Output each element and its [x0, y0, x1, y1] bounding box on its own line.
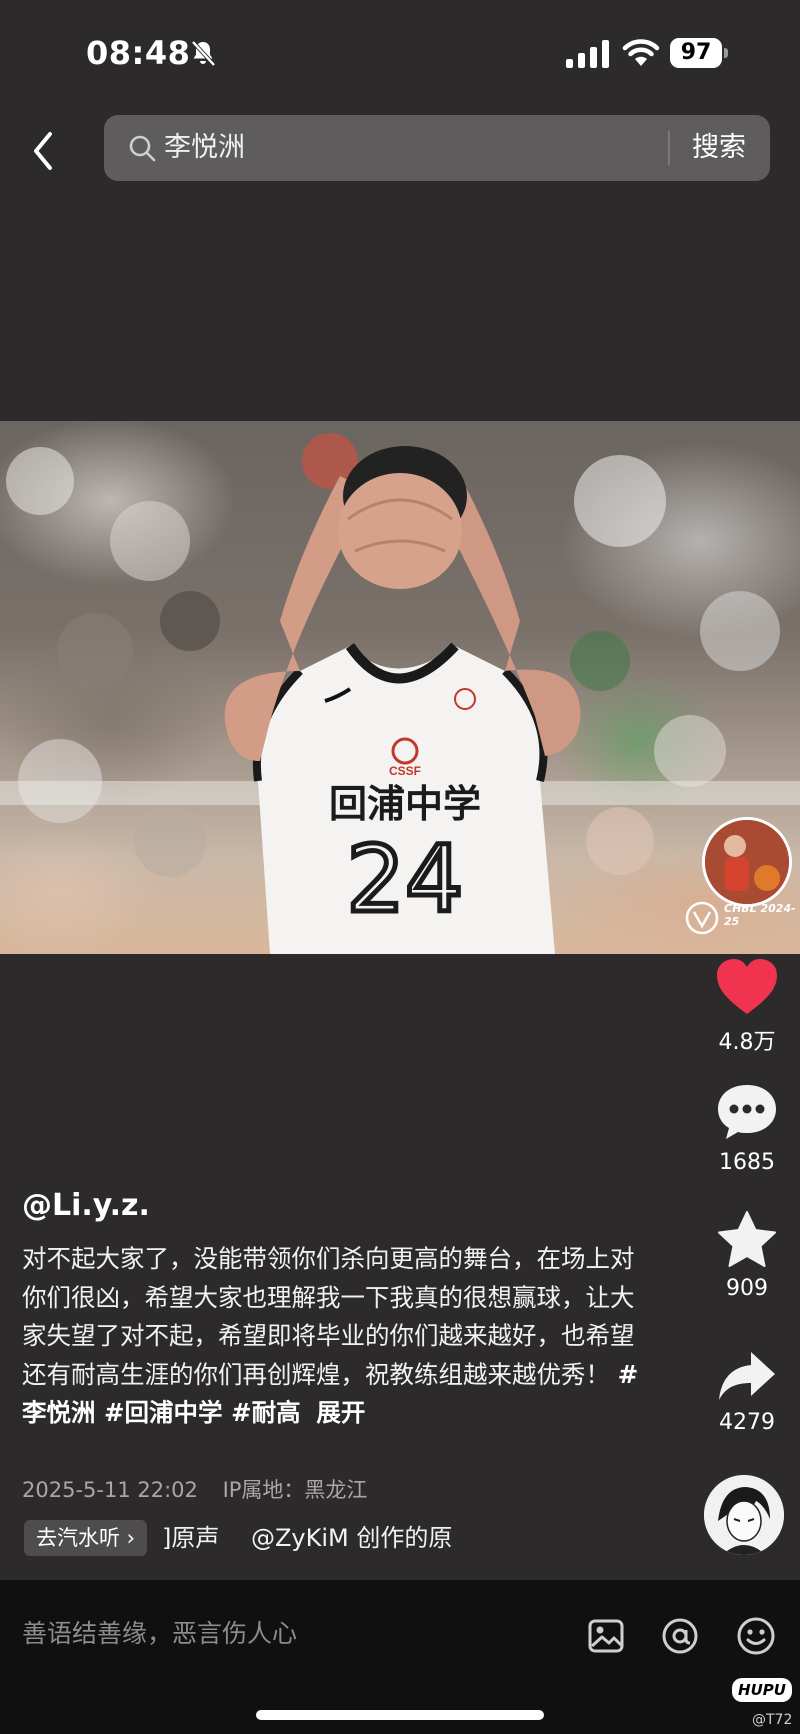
post-author[interactable]: @Li.y.z. [22, 1188, 150, 1223]
like-button[interactable]: 4.8万 [700, 958, 794, 1056]
expand-link[interactable]: 展开 [316, 1398, 365, 1427]
comment-count: 1685 [719, 1150, 775, 1175]
post-description: 对不起大家了，没能带领你们杀向更高的舞台，在场上对你们很凶，希望大家也理解我一下… [22, 1240, 652, 1433]
search-divider [668, 131, 670, 165]
music-track-marquee[interactable]: ]原声 @ZyKiM 创作的原 [162, 1518, 492, 1558]
battery-indicator: 97 [670, 38, 728, 68]
music-disc-avatar[interactable] [704, 1475, 784, 1555]
jersey-logo: CSSF [389, 764, 421, 778]
user-watermark: @T72 [752, 1712, 793, 1728]
post-meta: 2025-5-11 22:02 IP属地：黑龙江 [22, 1474, 385, 1504]
mention-icon[interactable] [660, 1616, 700, 1656]
comment-input[interactable]: 善语结善缘，恶言伤人心 [22, 1614, 297, 1650]
heart-icon [717, 959, 777, 1014]
cellular-signal-icon [566, 40, 609, 68]
star-icon [718, 1211, 776, 1267]
status-time: 08:48 [86, 34, 191, 72]
video-player[interactable]: CSSF 回浦中学 24 [0, 421, 800, 954]
jersey-school: 回浦中学 [329, 782, 481, 826]
search-bar[interactable]: 李悦洲 搜索 [104, 115, 770, 181]
music-avatar-image [704, 1475, 784, 1555]
creator-avatar[interactable] [702, 817, 792, 907]
hupu-watermark: HUPU [732, 1678, 792, 1702]
post-date: 2025-5-11 22:02 [22, 1478, 198, 1502]
video-frame: CSSF 回浦中学 24 [0, 433, 800, 954]
image-picker-icon[interactable] [586, 1616, 626, 1656]
post-description-text: 对不起大家了，没能带领你们杀向更高的舞台，在场上对你们很凶，希望大家也理解我一下… [22, 1244, 635, 1389]
bell-muted-icon [191, 40, 216, 67]
share-button[interactable]: 4279 [700, 1350, 794, 1435]
favorite-count: 909 [726, 1276, 768, 1301]
share-count: 4279 [719, 1410, 775, 1435]
music-row[interactable]: 去汽水听 › ]原声 @ZyKiM 创作的原 [24, 1518, 474, 1558]
chbl-logo-icon [685, 901, 719, 935]
comment-icon [718, 1085, 776, 1139]
wifi-icon [622, 39, 660, 66]
chbl-badge: CHBL 2024-25 [684, 900, 796, 936]
back-arrow-icon[interactable] [24, 128, 64, 174]
emoji-icon[interactable] [736, 1616, 776, 1656]
search-icon [129, 135, 156, 162]
favorite-button[interactable]: 909 [700, 1210, 794, 1301]
comment-button[interactable]: 1685 [700, 1082, 794, 1175]
like-count: 4.8万 [718, 1030, 776, 1055]
search-input[interactable]: 李悦洲 [164, 115, 245, 181]
go-listen-button[interactable]: 去汽水听 › [24, 1520, 148, 1556]
home-indicator[interactable] [256, 1710, 544, 1720]
comment-bar: 善语结善缘，恶言伤人心 HUPU @T72 [0, 1580, 800, 1734]
status-bar: 08:48 97 [0, 0, 800, 100]
creator-avatar-image [705, 820, 789, 904]
battery-level: 97 [670, 38, 722, 68]
share-icon [719, 1352, 775, 1400]
post-ip-location: IP属地：黑龙江 [222, 1478, 368, 1502]
search-button[interactable]: 搜索 [692, 115, 746, 181]
jersey-number: 24 [346, 826, 463, 933]
chbl-badge-text: CHBL 2024-25 [724, 902, 796, 928]
